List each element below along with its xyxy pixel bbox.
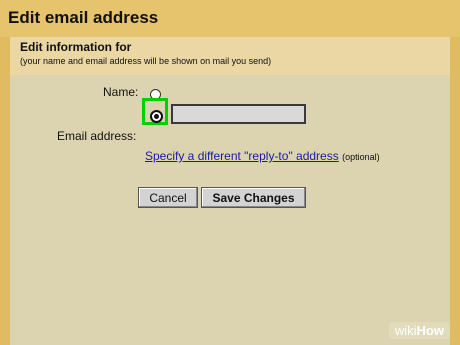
reply-to-row: Specify a different "reply-to" address (… <box>145 149 380 163</box>
wikihow-logo: wikiHow <box>388 322 450 339</box>
cancel-button[interactable]: Cancel <box>138 187 198 208</box>
name-radio-option-2[interactable] <box>150 110 163 123</box>
title-bar: Edit email address <box>0 0 460 37</box>
window-title: Edit email address <box>8 8 159 27</box>
edit-panel: Edit information for (your name and emai… <box>10 37 450 345</box>
save-changes-button[interactable]: Save Changes <box>201 187 306 208</box>
name-input[interactable] <box>171 104 306 124</box>
email-address-label: Email address: <box>57 129 137 143</box>
section-heading: Edit information for <box>20 40 132 54</box>
name-label: Name: <box>103 85 139 99</box>
section-subtext: (your name and email address will be sho… <box>20 56 272 66</box>
section-header: Edit information for (your name and emai… <box>10 37 450 75</box>
optional-note: (optional) <box>342 152 380 162</box>
logo-how: How <box>416 323 444 338</box>
logo-wiki: wiki <box>394 323 417 338</box>
reply-to-link[interactable]: Specify a different "reply-to" address <box>145 149 339 163</box>
